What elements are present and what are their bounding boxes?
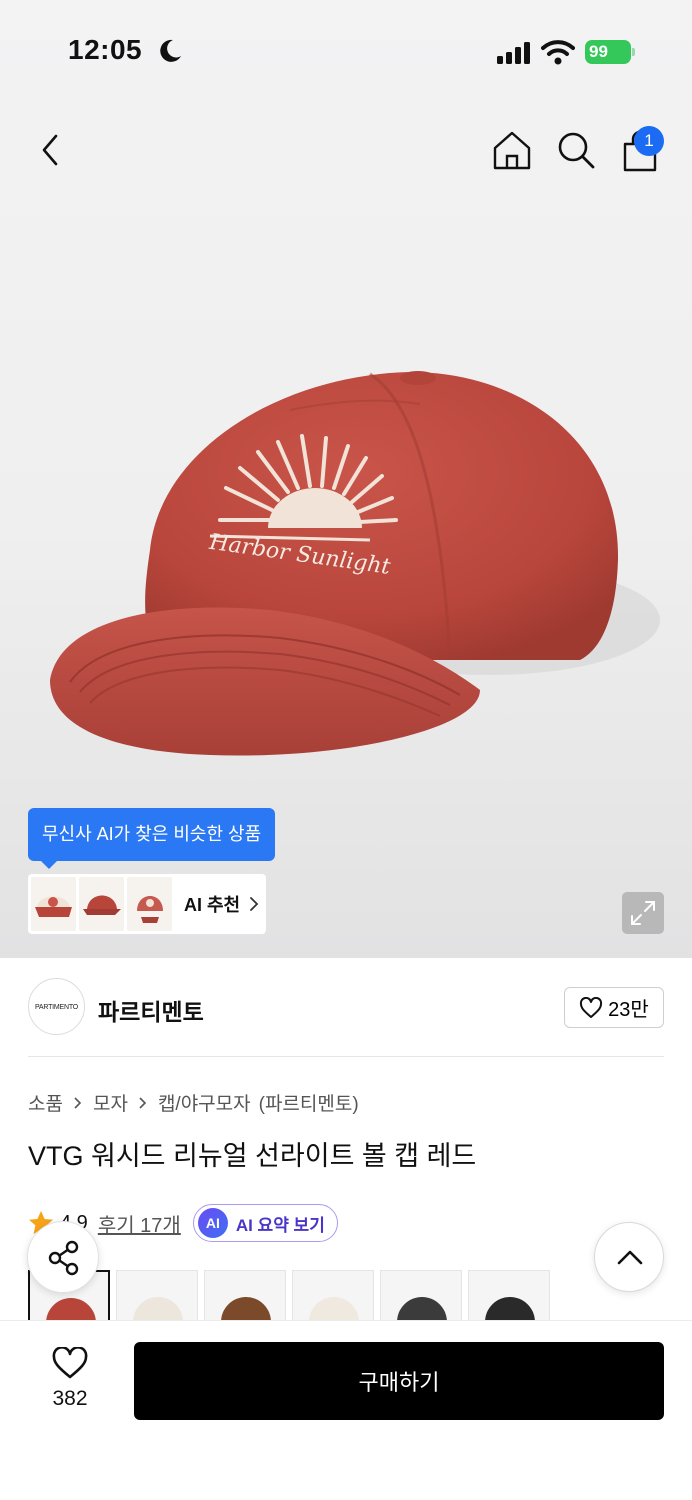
ai-summary-button[interactable]: AI AI 요약 보기 bbox=[192, 1204, 338, 1242]
color-option-thumb[interactable] bbox=[292, 1270, 374, 1320]
chevron-right-icon bbox=[139, 1096, 147, 1109]
breadcrumb-brand[interactable]: (파르티멘토) bbox=[259, 1089, 359, 1116]
review-link[interactable]: 후기 17개 bbox=[98, 1209, 181, 1238]
expand-icon bbox=[631, 901, 655, 925]
color-option-thumb[interactable] bbox=[380, 1270, 462, 1320]
product-image-area: 12:05 99 1 Harbor Sunlight 무신사 AI가 찾은 비슷… bbox=[0, 0, 692, 958]
breadcrumb: 소품 모자 캡/야구모자 (파르티멘토) bbox=[28, 1089, 359, 1116]
like-count: 382 bbox=[52, 1387, 88, 1410]
moon-icon bbox=[160, 39, 181, 62]
heart-icon bbox=[52, 1347, 88, 1379]
ai-summary-label: AI 요약 보기 bbox=[235, 1215, 325, 1235]
brand-like-count: 23만 bbox=[608, 999, 649, 1021]
expand-image-button[interactable] bbox=[622, 892, 664, 934]
product-title: VTG 워시드 리뉴얼 선라이트 볼 캡 레드 bbox=[28, 1141, 477, 1171]
buy-button[interactable]: 구매하기 bbox=[134, 1342, 664, 1420]
like-button[interactable]: 382 bbox=[30, 1343, 110, 1423]
battery-level: 99 bbox=[585, 40, 631, 64]
chevron-up-icon bbox=[617, 1250, 643, 1265]
search-button[interactable] bbox=[554, 128, 598, 172]
home-button[interactable] bbox=[490, 128, 534, 172]
bottom-bar: 382 구매하기 bbox=[0, 1320, 692, 1500]
ai-recommend-label: AI 추천 bbox=[184, 895, 241, 915]
status-time: 12:05 bbox=[68, 34, 143, 65]
brand-row: PARTIMENTO 파르티멘토 23만 bbox=[28, 978, 664, 1038]
heart-icon bbox=[580, 996, 603, 1018]
recommend-thumb-1[interactable] bbox=[31, 877, 76, 931]
color-swatch bbox=[485, 1297, 535, 1320]
tooltip-tail bbox=[40, 860, 58, 869]
chevron-left-icon bbox=[42, 134, 58, 166]
breadcrumb-item[interactable]: 캡/야구모자 bbox=[158, 1089, 251, 1116]
ai-recommend-button[interactable]: AI 추천 bbox=[28, 874, 266, 934]
status-bar: 12:05 99 bbox=[0, 0, 692, 100]
back-button[interactable] bbox=[32, 128, 72, 172]
brand-like-button[interactable]: 23만 bbox=[564, 987, 664, 1028]
wifi-icon bbox=[541, 40, 575, 65]
product-cap-image[interactable]: Harbor Sunlight bbox=[40, 360, 660, 780]
share-icon bbox=[48, 1240, 79, 1276]
recommend-thumb-2[interactable] bbox=[79, 877, 124, 931]
recommend-thumb-3[interactable] bbox=[127, 877, 172, 931]
search-icon bbox=[558, 132, 595, 169]
breadcrumb-item[interactable]: 모자 bbox=[93, 1089, 128, 1116]
chevron-right-icon bbox=[74, 1096, 82, 1109]
color-swatch bbox=[133, 1297, 183, 1320]
battery-icon: 99 bbox=[585, 40, 635, 64]
color-option-thumb[interactable] bbox=[468, 1270, 550, 1320]
color-swatch bbox=[397, 1297, 447, 1320]
color-options bbox=[28, 1268, 668, 1320]
ai-similar-tooltip: 무신사 AI가 찾은 비슷한 상품 bbox=[28, 808, 276, 861]
brand-name[interactable]: 파르티멘토 bbox=[98, 993, 204, 1027]
cart-count-badge: 1 bbox=[634, 126, 664, 156]
breadcrumb-item[interactable]: 소품 bbox=[28, 1089, 63, 1116]
share-button[interactable] bbox=[27, 1221, 99, 1293]
color-option-thumb[interactable] bbox=[204, 1270, 286, 1320]
chevron-right-icon bbox=[250, 897, 259, 911]
color-swatch bbox=[46, 1298, 96, 1320]
color-option-thumb[interactable] bbox=[116, 1270, 198, 1320]
brand-logo[interactable]: PARTIMENTO bbox=[28, 978, 85, 1035]
divider bbox=[28, 1056, 664, 1057]
color-swatch bbox=[309, 1297, 359, 1320]
scroll-top-button[interactable] bbox=[594, 1222, 664, 1292]
ai-badge: AI bbox=[197, 1208, 228, 1238]
battery-tip bbox=[632, 48, 635, 56]
cellular-signal-icon bbox=[497, 42, 530, 64]
color-swatch bbox=[221, 1297, 271, 1320]
home-icon bbox=[493, 131, 531, 170]
